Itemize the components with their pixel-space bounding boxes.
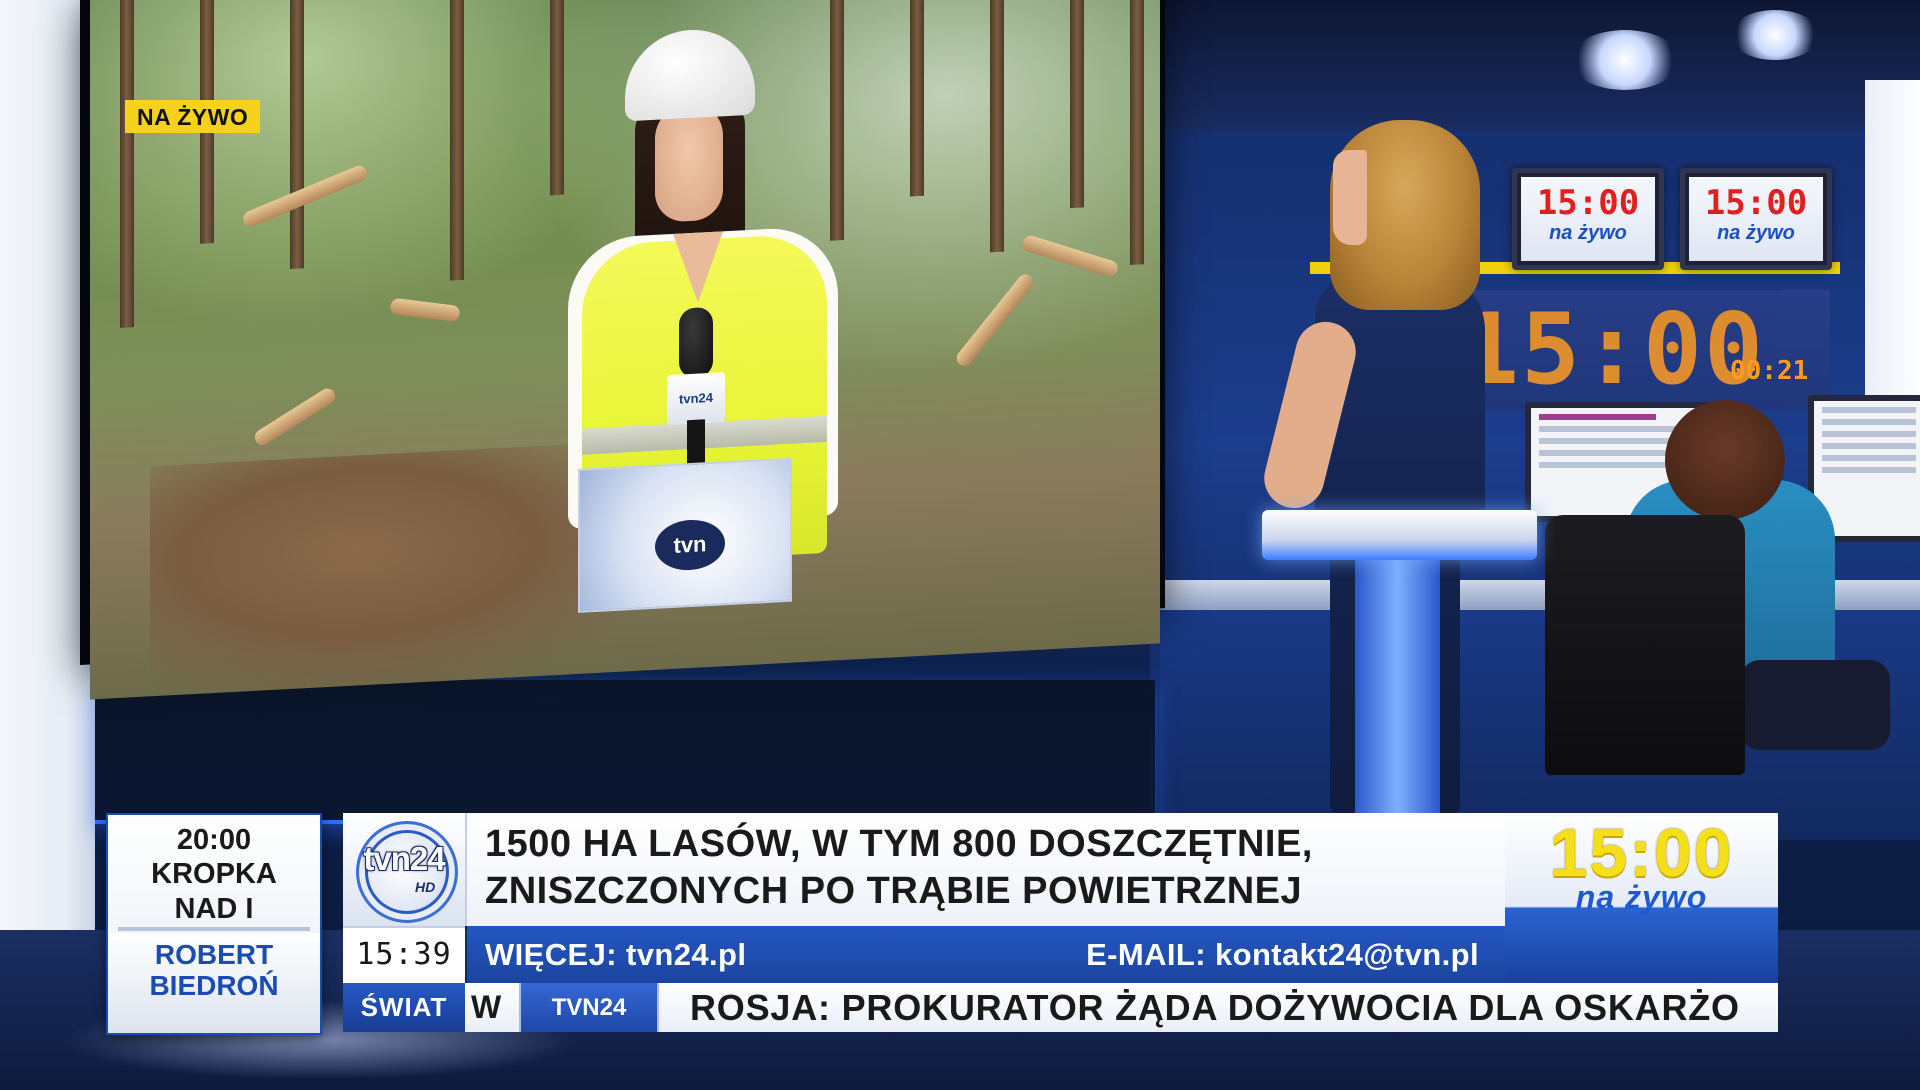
up-next-panel: 20:00 KROPKA NAD I ROBERT BIEDROŃ	[106, 813, 322, 1035]
on-air-clock: 15:39	[343, 926, 465, 985]
info-email: E-MAIL: kontakt24@tvn.pl	[1086, 937, 1479, 972]
info-bar: WIĘCEJ: tvn24.pl E-MAIL: kontakt24@tvn.p…	[467, 926, 1505, 983]
info-website: WIĘCEJ: tvn24.pl	[485, 937, 747, 972]
lower-third: 20:00 KROPKA NAD I ROBERT BIEDROŃ tvn24 …	[0, 0, 1920, 1090]
up-next-guest-line1: ROBERT	[154, 939, 274, 970]
up-next-guest-line2: BIEDROŃ	[149, 970, 279, 1001]
logo-wordmark: tvn24	[363, 840, 445, 877]
ticker-previous-fragment: W	[471, 989, 502, 1025]
up-next-show-line1: KROPKA	[151, 858, 277, 890]
promo-panel: 15:00 na żywo	[1505, 813, 1778, 983]
channel-logo: tvn24 HD	[343, 813, 467, 926]
ticker-text: ROSJA: PROKURATOR ŻĄDA DOŻYWOCIA DLA OSK…	[690, 987, 1740, 1028]
up-next-time: 20:00	[176, 824, 252, 856]
promo-subtitle: na żywo	[1575, 879, 1708, 915]
live-badge: NA ŻYWO	[125, 100, 261, 133]
ticker-section-label: ŚWIAT	[343, 983, 465, 1032]
up-next-guest: ROBERT BIEDROŃ	[108, 939, 320, 1001]
headline-panel: 1500 HA LASÓW, W TYM 800 DOSZCZĘTNIE, ZN…	[467, 813, 1505, 926]
logo-hd-mark: HD	[415, 879, 436, 895]
headline-line-2: ZNISZCZONYCH PO TRĄBIE POWIETRZNEJ	[485, 870, 1303, 912]
headline-line-1: 1500 HA LASÓW, W TYM 800 DOSZCZĘTNIE,	[485, 823, 1313, 865]
up-next-divider	[118, 927, 310, 931]
news-ticker: ŚWIAT W TVN24 ROSJA: PROKURATOR ŻĄDA DOŻ…	[343, 983, 1778, 1032]
up-next-show: KROPKA NAD I	[108, 857, 320, 927]
up-next-show-line2: NAD I	[174, 893, 254, 925]
broadcast-frame: 15:00 00:21 15:00 na żywo 15:00 na żywo	[0, 0, 1920, 1090]
clock-time: 15:39	[356, 937, 452, 972]
ticker-brand-separator: TVN24	[519, 983, 659, 1032]
